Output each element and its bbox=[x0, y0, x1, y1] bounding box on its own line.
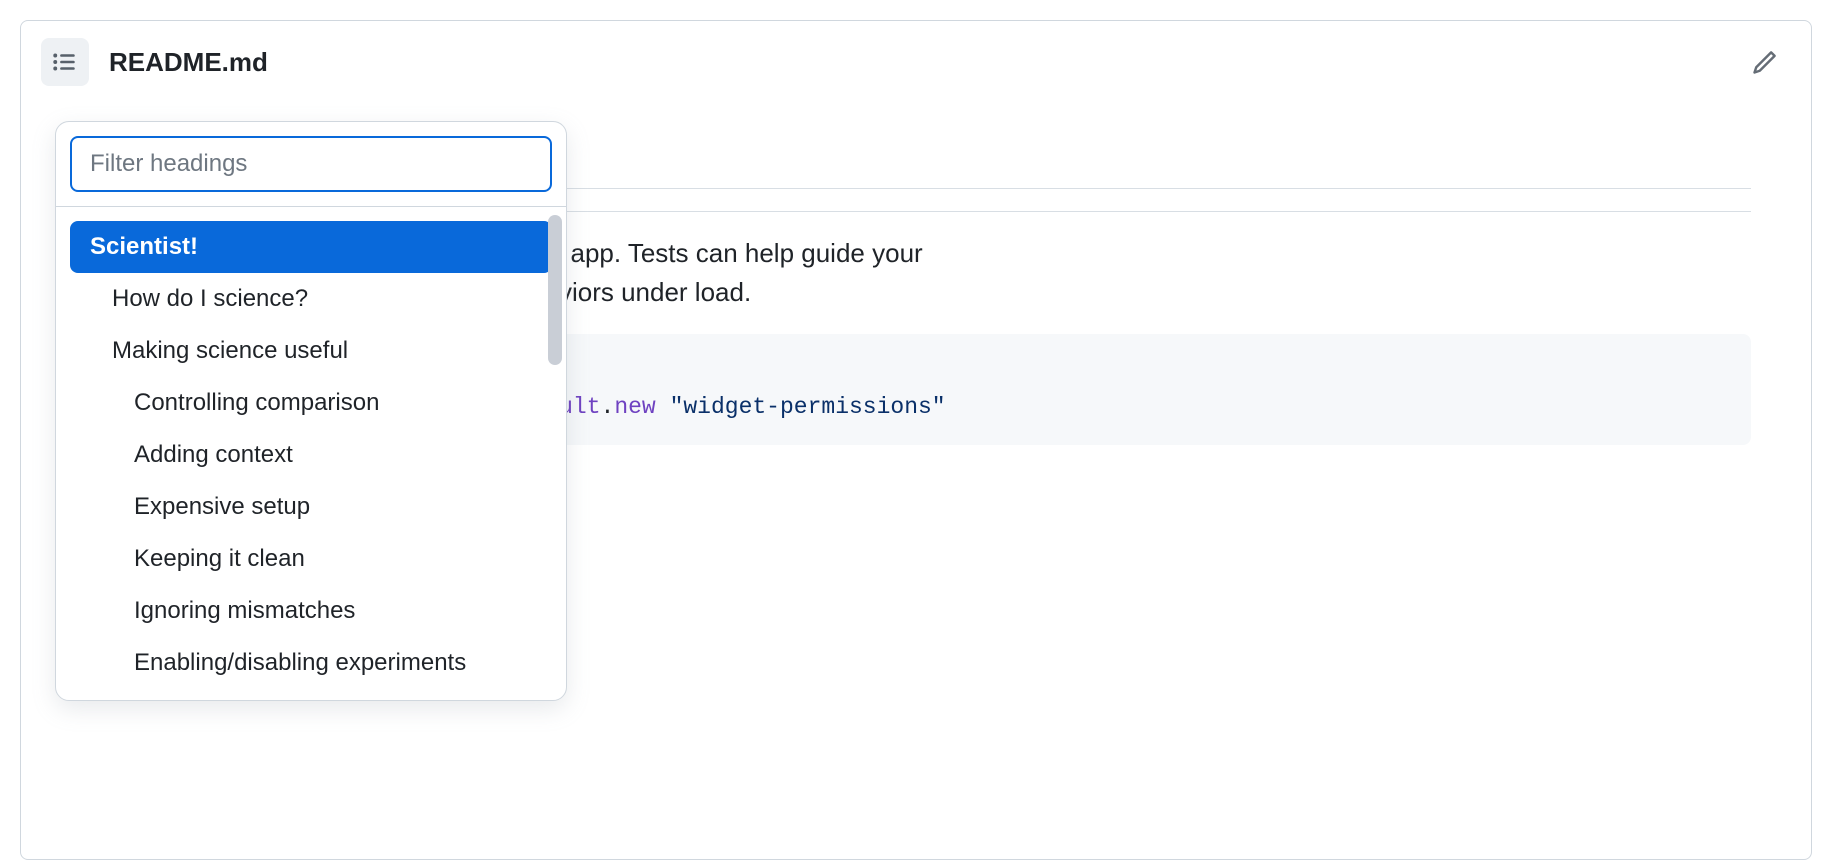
pencil-icon bbox=[1751, 48, 1779, 76]
file-header: README.md bbox=[21, 21, 1811, 103]
file-name: README.md bbox=[109, 47, 268, 78]
toc-item[interactable]: Keeping it clean bbox=[70, 533, 552, 585]
code-space bbox=[656, 394, 670, 420]
toc-item[interactable]: Adding context bbox=[70, 429, 552, 481]
toc-scrollbar[interactable] bbox=[548, 215, 562, 365]
readme-file-box: README.md critical paths. CI passing you… bbox=[20, 20, 1812, 860]
code-string: "widget-permissions" bbox=[670, 394, 946, 420]
toc-toggle-button[interactable] bbox=[41, 38, 89, 86]
list-icon bbox=[52, 49, 78, 75]
toc-item[interactable]: Expensive setup bbox=[70, 481, 552, 533]
toc-item[interactable]: Enabling/disabling experiments bbox=[70, 637, 552, 689]
toc-item[interactable]: How do I science? bbox=[70, 273, 552, 325]
toc-item[interactable]: Making science useful bbox=[70, 325, 552, 377]
filter-wrap bbox=[56, 122, 566, 202]
toc-popover: Scientist!How do I science?Making scienc… bbox=[55, 121, 567, 701]
code-method: new bbox=[614, 394, 655, 420]
code-dot: . bbox=[601, 394, 615, 420]
toc-item[interactable]: Scientist! bbox=[70, 221, 552, 273]
toc-item[interactable]: Controlling comparison bbox=[70, 377, 552, 429]
filter-headings-input[interactable] bbox=[70, 136, 552, 192]
edit-file-button[interactable] bbox=[1743, 40, 1787, 84]
toc-item[interactable]: Ignoring mismatches bbox=[70, 585, 552, 637]
toc-list[interactable]: Scientist!How do I science?Making scienc… bbox=[56, 207, 566, 700]
